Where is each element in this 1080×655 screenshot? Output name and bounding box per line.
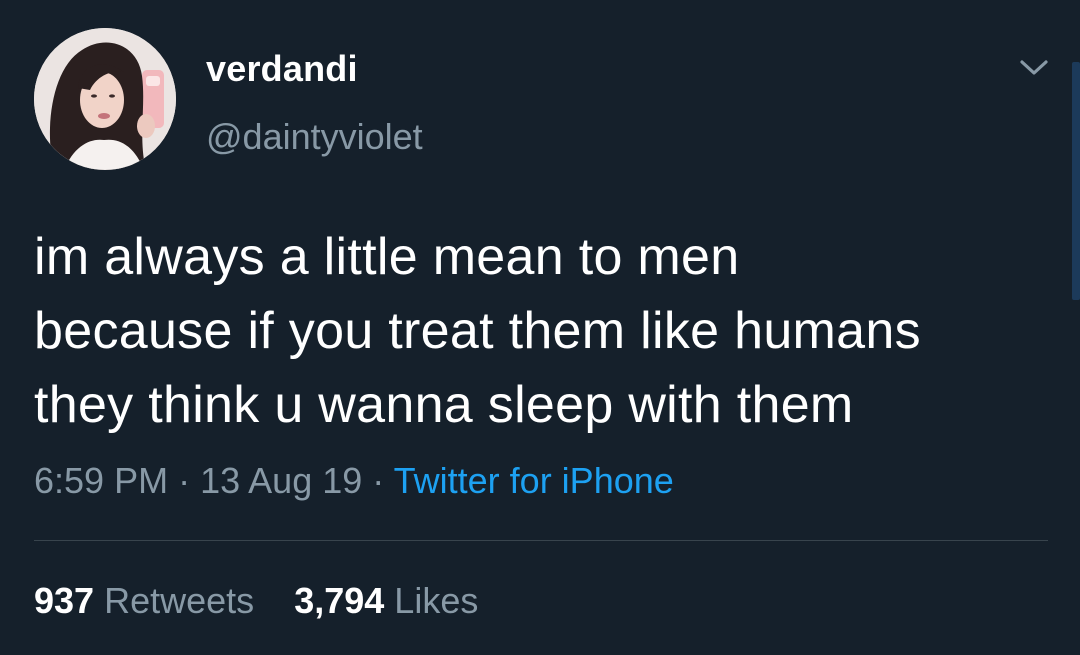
likes-count: 3,794 <box>294 580 385 621</box>
tweet-source-link[interactable]: Twitter for iPhone <box>394 460 674 501</box>
meta-separator: · <box>178 460 191 501</box>
retweets-stat[interactable]: 937 Retweets <box>34 580 254 622</box>
tweet-meta: 6:59 PM · 13 Aug 19 · Twitter for iPhone <box>34 460 674 502</box>
scrollbar[interactable] <box>1072 62 1080 300</box>
likes-label: Likes <box>394 580 479 621</box>
meta-separator: · <box>372 460 385 501</box>
retweets-count: 937 <box>34 580 95 621</box>
display-name[interactable]: verdandi <box>206 48 358 90</box>
tweet-stats: 937 Retweets 3,794 Likes <box>34 580 478 622</box>
tweet-text: im always a little mean to men because i… <box>34 228 921 434</box>
profile-photo-image <box>34 28 176 170</box>
tweet-time: 6:59 PM <box>34 460 169 501</box>
avatar[interactable] <box>34 28 176 170</box>
user-handle[interactable]: @daintyviolet <box>206 116 423 158</box>
likes-stat[interactable]: 3,794 Likes <box>294 580 478 622</box>
chevron-down-icon[interactable] <box>1016 52 1052 82</box>
divider <box>34 540 1048 541</box>
retweets-label: Retweets <box>104 580 255 621</box>
tweet-date: 13 Aug 19 <box>200 460 363 501</box>
tweet-card: verdandi @daintyviolet im always a littl… <box>0 0 1080 655</box>
